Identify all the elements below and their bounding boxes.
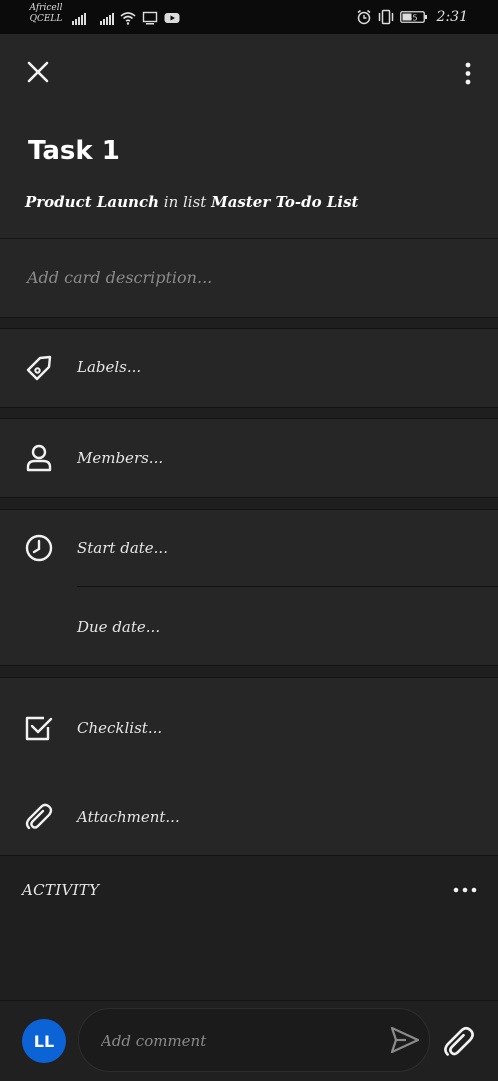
clock-icon <box>25 534 53 562</box>
in-list-text: in list <box>163 193 207 211</box>
checklist-label: Checklist... <box>77 719 163 737</box>
youtube-icon <box>164 13 180 23</box>
more-vertical-icon <box>465 62 471 85</box>
person-icon <box>26 444 52 472</box>
battery-level: 45 <box>407 13 417 22</box>
avatar[interactable]: LL <box>22 1019 66 1063</box>
start-date-label: Start date... <box>77 539 168 557</box>
start-date-row[interactable]: Start date... <box>0 509 498 585</box>
checkbox-icon <box>25 716 53 741</box>
due-date-label: Due date... <box>77 618 161 636</box>
signal-icon-2 <box>100 13 114 25</box>
status-time: 2:31 <box>436 9 468 25</box>
carrier-label: Africell QCELL <box>26 3 66 25</box>
members-label: Members... <box>77 449 164 467</box>
list-name: Master To-do List <box>211 193 359 211</box>
paperclip-icon <box>25 803 53 830</box>
wifi-icon <box>120 12 136 25</box>
comment-input[interactable] <box>99 1009 373 1073</box>
close-icon <box>27 61 49 83</box>
paperclip-icon <box>444 1026 474 1056</box>
battery-icon: 45 <box>399 11 427 23</box>
carrier-name-1: Africell <box>29 3 63 13</box>
status-icons-left <box>72 9 180 25</box>
more-options-button[interactable] <box>456 60 480 88</box>
activity-options-button[interactable] <box>452 880 478 900</box>
status-icons-right: 45 2:31 <box>356 9 468 25</box>
screen-cast-icon <box>142 11 158 25</box>
vibrate-icon <box>378 9 393 25</box>
attachment-label: Attachment... <box>77 808 180 826</box>
card-title[interactable]: Task 1 <box>28 136 120 166</box>
checklist-row[interactable]: Checklist... <box>0 688 498 768</box>
send-icon <box>390 1026 420 1054</box>
comment-box <box>78 1008 430 1073</box>
status-bar: Africell QCELL 45 2:31 <box>0 0 498 34</box>
comment-attachment-button[interactable] <box>442 1025 476 1059</box>
carrier-name-2: QCELL <box>29 14 63 24</box>
send-button[interactable] <box>389 1025 421 1055</box>
card-location: Product Launch in list Master To-do List <box>25 193 358 211</box>
more-horizontal-icon <box>453 887 477 893</box>
signal-icon <box>72 13 86 25</box>
due-date-row[interactable]: Due date... <box>0 587 498 663</box>
labels-label: Labels... <box>77 358 142 376</box>
activity-heading: ACTIVITY <box>22 881 100 899</box>
card-description-field[interactable]: Add card description... <box>27 268 212 287</box>
members-row[interactable]: Members... <box>0 418 498 498</box>
board-name: Product Launch <box>25 193 159 211</box>
close-button[interactable] <box>24 58 52 86</box>
tag-icon <box>26 355 52 381</box>
attachment-row[interactable]: Attachment... <box>0 777 498 857</box>
alarm-icon <box>357 9 371 25</box>
labels-row[interactable]: Labels... <box>0 328 498 408</box>
